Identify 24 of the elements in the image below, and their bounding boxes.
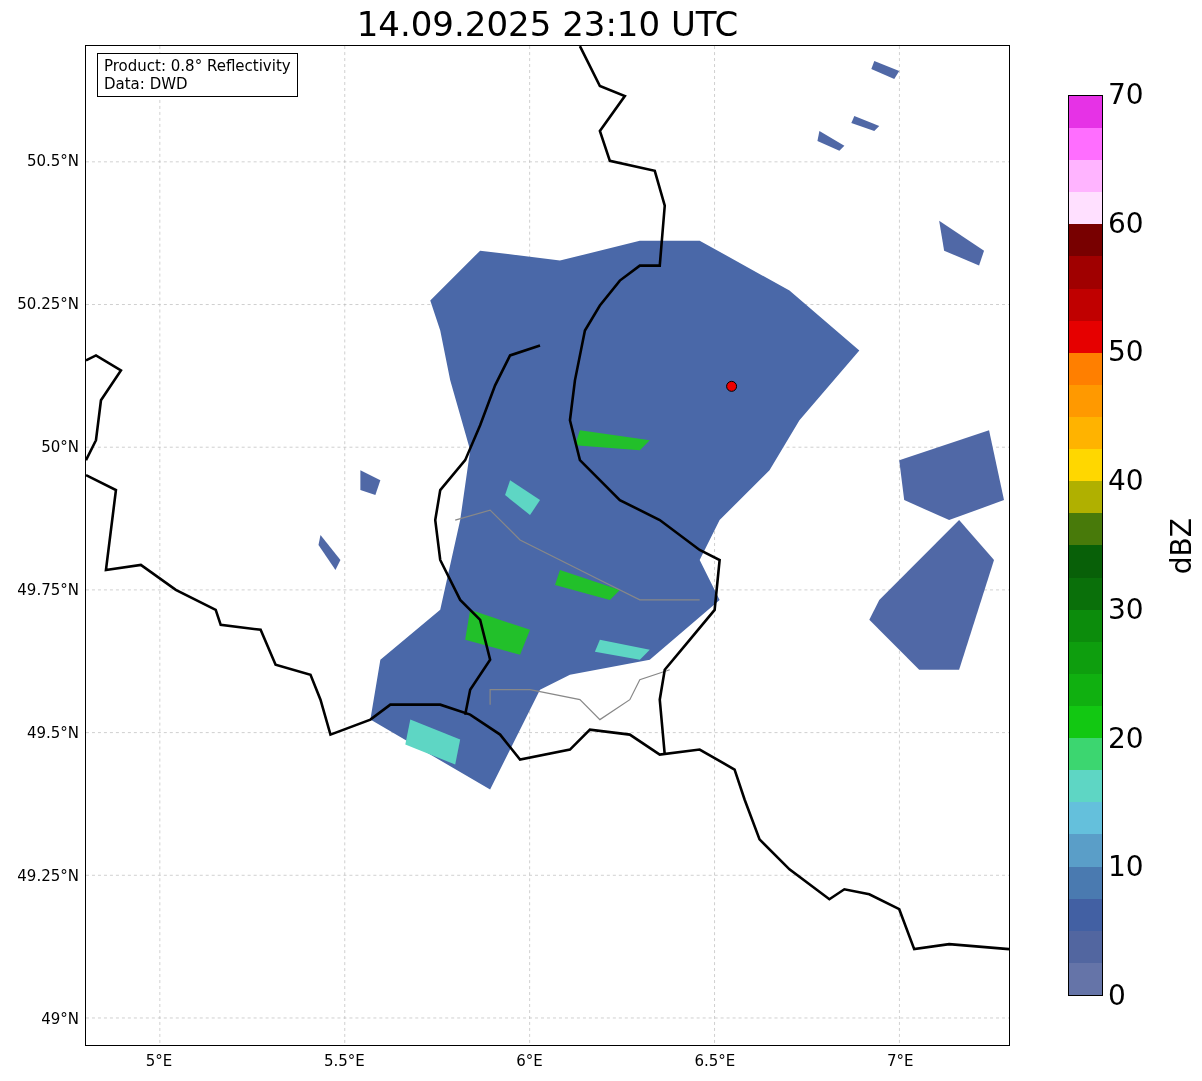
longitude-label: 6.5°E — [693, 1052, 737, 1070]
colorbar-tick-label: 50 — [1108, 336, 1144, 369]
latitude-label: 50°N — [41, 438, 79, 456]
colorbar-tick-label: 10 — [1108, 851, 1144, 884]
latitude-label: 49°N — [41, 1010, 79, 1028]
colorbar-tick-label: 30 — [1108, 593, 1144, 626]
latitude-label: 49.75°N — [17, 581, 79, 599]
latitude-label: 49.5°N — [26, 724, 79, 742]
longitude-label: 5.5°E — [322, 1052, 366, 1070]
longitude-label: 6°E — [515, 1052, 544, 1070]
chart-title: 14.09.2025 23:10 UTC — [355, 3, 740, 46]
latitude-label: 50.5°N — [26, 152, 79, 170]
latitude-label: 49.25°N — [17, 867, 79, 885]
legend-text: Product: 0.8° Reflectivity — [104, 57, 291, 75]
longitude-label: 5°E — [144, 1052, 174, 1070]
latitude-label: 50.25°N — [17, 295, 79, 313]
longitude-label: 7°E — [885, 1052, 915, 1070]
colorbar-tick-label: 0 — [1108, 980, 1126, 1012]
colorbar-tick-label: 70 — [1108, 79, 1144, 111]
legend-text: Data: DWD — [104, 75, 189, 93]
colorbar-tick-label: 60 — [1108, 207, 1144, 240]
colorbar-label: dBZ — [1166, 518, 1198, 575]
colorbar-tick-label: 20 — [1108, 722, 1144, 755]
colorbar-tick-label: 40 — [1108, 465, 1144, 498]
